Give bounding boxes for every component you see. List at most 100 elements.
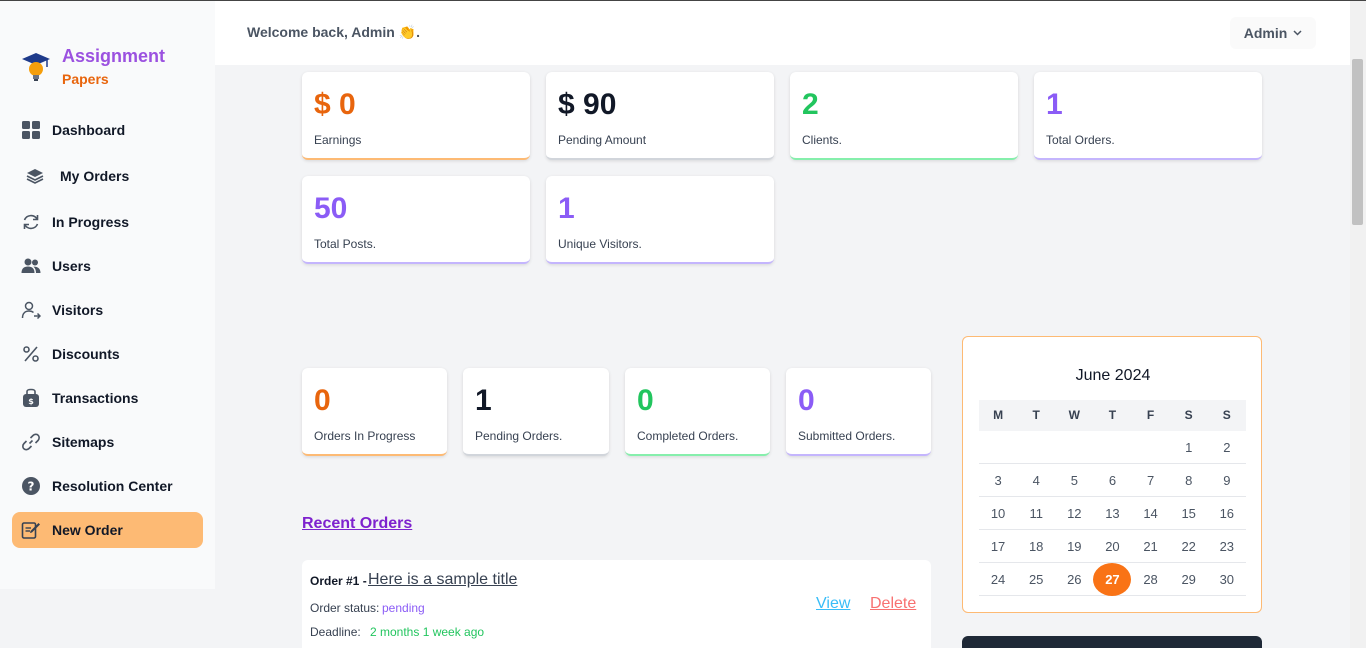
money-bag-icon: $ [20, 387, 42, 409]
stat-label: Total Posts. [314, 237, 377, 251]
calendar-day[interactable]: 10 [979, 497, 1017, 529]
calendar-day[interactable]: 3 [979, 464, 1017, 496]
weekday-label: S [1184, 408, 1193, 422]
calendar-day[interactable]: 23 [1208, 530, 1246, 562]
grid-icon [20, 119, 42, 141]
sidebar-item-new-order[interactable]: New Order [12, 512, 203, 548]
calendar-week-row: 10 11 12 13 14 15 16 [979, 497, 1246, 530]
calendar-day[interactable]: 7 [1132, 464, 1170, 496]
calendar-day[interactable]: 24 [979, 563, 1017, 595]
order-number: Order #1 - [310, 574, 367, 588]
calendar-day[interactable]: 12 [1055, 497, 1093, 529]
pending-amount-card[interactable]: $ 90 Pending Amount [546, 72, 774, 160]
users-icon [20, 255, 42, 277]
calendar-month-title: June 2024 [1075, 367, 1151, 384]
page-scrollbar[interactable] [1350, 1, 1366, 648]
calendar-day[interactable]: 1 [1170, 431, 1208, 463]
calendar-day[interactable]: 2 [1208, 431, 1246, 463]
help-icon: ? [20, 475, 42, 497]
calendar-day[interactable]: 13 [1093, 497, 1131, 529]
calendar-weekday-header: M T W T F S S [979, 400, 1246, 431]
stat-value: 1 [1046, 88, 1063, 121]
calendar-day[interactable]: 18 [1017, 530, 1055, 562]
scrollbar-thumb[interactable] [1352, 59, 1363, 225]
order-status-label: Order status: [310, 601, 380, 615]
earnings-card[interactable]: $ 0 Earnings [302, 72, 530, 160]
calendar-empty-cell [1132, 431, 1170, 463]
weekday-label: W [1068, 408, 1080, 422]
completed-orders-card[interactable]: 0 Completed Orders. [625, 368, 770, 456]
calendar-day[interactable]: 17 [979, 530, 1017, 562]
calendar-day[interactable]: 11 [1017, 497, 1055, 529]
welcome-message: Welcome back, Admin 👏. [247, 24, 421, 40]
weekday-label: M [993, 408, 1004, 422]
calendar-day[interactable]: 6 [1093, 464, 1131, 496]
sidebar-item-discounts[interactable]: Discounts [12, 336, 203, 372]
stat-label: Pending Amount [558, 133, 647, 147]
calendar-day[interactable]: 20 [1093, 530, 1131, 562]
stat-label: Submitted Orders. [798, 429, 896, 443]
calendar-day[interactable]: 21 [1132, 530, 1170, 562]
sidebar-item-visitors[interactable]: Visitors [12, 292, 203, 328]
brand-title: Assignment [62, 46, 166, 66]
sidebar-item-sitemaps[interactable]: Sitemaps [12, 424, 203, 460]
calendar-day[interactable]: 14 [1132, 497, 1170, 529]
delete-order-link[interactable]: Delete [870, 595, 916, 613]
sidebar-item-label: Visitors [52, 302, 104, 318]
calendar-day[interactable]: 30 [1208, 563, 1246, 595]
stat-value: 50 [314, 192, 348, 225]
sidebar-item-label: My Orders [60, 168, 130, 184]
brand[interactable]: Assignment Papers [20, 45, 210, 95]
calendar-day[interactable]: 26 [1055, 563, 1093, 595]
pending-orders-card[interactable]: 1 Pending Orders. [463, 368, 609, 456]
sidebar-item-label: Transactions [52, 390, 139, 406]
sidebar-item-transactions[interactable]: $ Transactions [12, 380, 203, 416]
stat-value: 1 [475, 384, 492, 417]
stat-label: Pending Orders. [475, 429, 563, 443]
calendar-day[interactable]: 22 [1170, 530, 1208, 562]
calendar-day[interactable]: 28 [1132, 563, 1170, 595]
sidebar-item-label: New Order [52, 522, 123, 538]
stat-label: Total Orders. [1046, 133, 1115, 147]
calendar-day[interactable]: 25 [1017, 563, 1055, 595]
calendar-empty-cell [1093, 431, 1131, 463]
recent-orders-heading[interactable]: Recent Orders [302, 515, 412, 533]
clients-card[interactable]: 2 Clients. [790, 72, 1018, 160]
calendar-day[interactable]: 8 [1170, 464, 1208, 496]
svg-text:?: ? [28, 480, 35, 494]
submitted-orders-card[interactable]: 0 Submitted Orders. [786, 368, 931, 456]
dark-panel [962, 636, 1262, 648]
stat-label: Earnings [314, 133, 362, 147]
graduation-lightbulb-icon [22, 53, 50, 81]
sidebar-item-label: Users [52, 258, 91, 274]
calendar-day[interactable]: 16 [1208, 497, 1246, 529]
sidebar-item-in-progress[interactable]: In Progress [12, 204, 203, 240]
stat-label: Completed Orders. [637, 429, 739, 443]
deadline-label: Deadline: [310, 625, 361, 639]
stat-label: Clients. [802, 133, 843, 147]
calendar-day[interactable]: 19 [1055, 530, 1093, 562]
sidebar-footer-space [0, 589, 215, 648]
stat-label: Orders In Progress [314, 429, 416, 443]
admin-menu-button[interactable]: Admin [1230, 17, 1316, 49]
calendar-day[interactable]: 29 [1170, 563, 1208, 595]
sidebar-item-resolution-center[interactable]: ? Resolution Center [12, 468, 203, 504]
calendar-day[interactable]: 15 [1170, 497, 1208, 529]
stat-value: 0 [798, 384, 815, 417]
refresh-icon [20, 211, 42, 233]
unique-visitors-card[interactable]: 1 Unique Visitors. [546, 176, 774, 264]
total-posts-card[interactable]: 50 Total Posts. [302, 176, 530, 264]
calendar-day[interactable]: 4 [1017, 464, 1055, 496]
admin-label: Admin [1243, 25, 1288, 41]
total-orders-card[interactable]: 1 Total Orders. [1034, 72, 1262, 160]
view-order-link[interactable]: View [816, 595, 850, 613]
orders-in-progress-card[interactable]: 0 Orders In Progress [302, 368, 447, 456]
sidebar-item-my-orders[interactable]: My Orders [12, 158, 203, 194]
sidebar-item-dashboard[interactable]: Dashboard [12, 112, 203, 148]
calendar-day[interactable]: 5 [1055, 464, 1093, 496]
calendar-day[interactable]: 9 [1208, 464, 1246, 496]
sidebar-item-users[interactable]: Users [12, 248, 203, 284]
order-card: Order #1 - Here is a sample title Order … [302, 560, 931, 648]
order-title-link[interactable]: Here is a sample title [368, 571, 517, 589]
calendar-day-today[interactable]: 27 [1093, 563, 1132, 596]
